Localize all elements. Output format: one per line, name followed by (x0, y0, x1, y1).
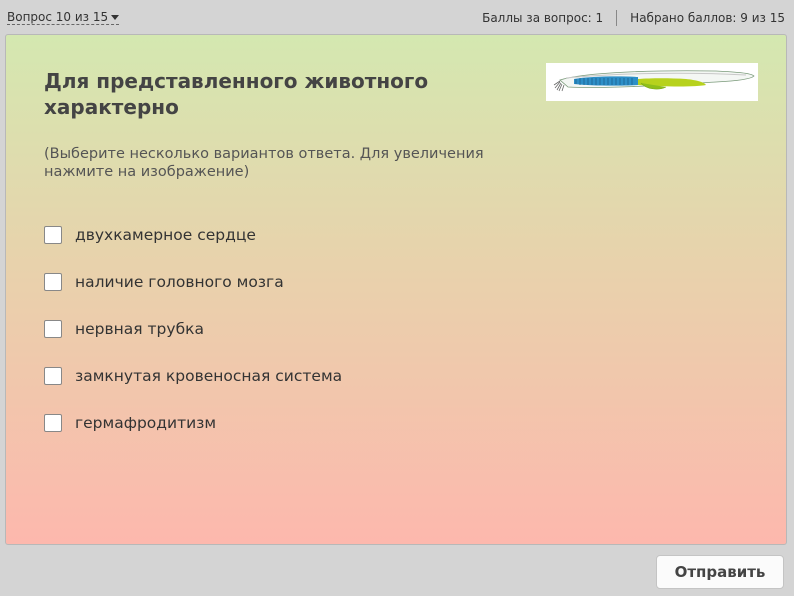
option-5[interactable]: гермафродитизм (44, 399, 342, 446)
option-label: наличие головного мозга (75, 272, 284, 291)
answer-options: двухкамерное сердце наличие головного мо… (44, 211, 342, 446)
top-bar: Вопрос 10 из 15 Баллы за вопрос: 1 Набра… (0, 0, 794, 34)
question-nav-label: Вопрос 10 из 15 (7, 10, 109, 24)
option-1[interactable]: двухкамерное сердце (44, 211, 342, 258)
submit-button[interactable]: Отправить (656, 555, 784, 589)
option-3[interactable]: нервная трубка (44, 305, 342, 352)
question-title: Для представленного животного характерно (44, 69, 429, 119)
points-per-question: Баллы за вопрос: 1 (482, 11, 604, 25)
option-label: нервная трубка (75, 319, 204, 338)
checkbox[interactable] (44, 413, 62, 432)
option-2[interactable]: наличие головного мозга (44, 258, 342, 305)
checkbox[interactable] (44, 225, 62, 244)
question-hint: (Выберите несколько вариантов ответа. Дл… (44, 146, 484, 180)
option-label: замкнутая кровеносная система (75, 366, 343, 385)
checkbox[interactable] (44, 366, 62, 385)
checkbox[interactable] (44, 272, 62, 291)
points-total: Набрано баллов: 9 из 15 (630, 11, 785, 25)
caret-down-icon (111, 15, 120, 20)
question-nav-dropdown[interactable]: Вопрос 10 из 15 (7, 10, 120, 25)
divider (616, 10, 618, 26)
score-info: Баллы за вопрос: 1 Набрано баллов: 9 из … (482, 10, 785, 26)
option-label: гермафродитизм (75, 413, 217, 432)
lancelet-illustration (553, 70, 755, 92)
lancelet-image[interactable] (546, 63, 758, 101)
checkbox[interactable] (44, 319, 62, 338)
question-card: Для представленного животного характерно… (5, 34, 787, 545)
option-label: двухкамерное сердце (75, 225, 256, 244)
option-4[interactable]: замкнутая кровеносная система (44, 352, 342, 399)
